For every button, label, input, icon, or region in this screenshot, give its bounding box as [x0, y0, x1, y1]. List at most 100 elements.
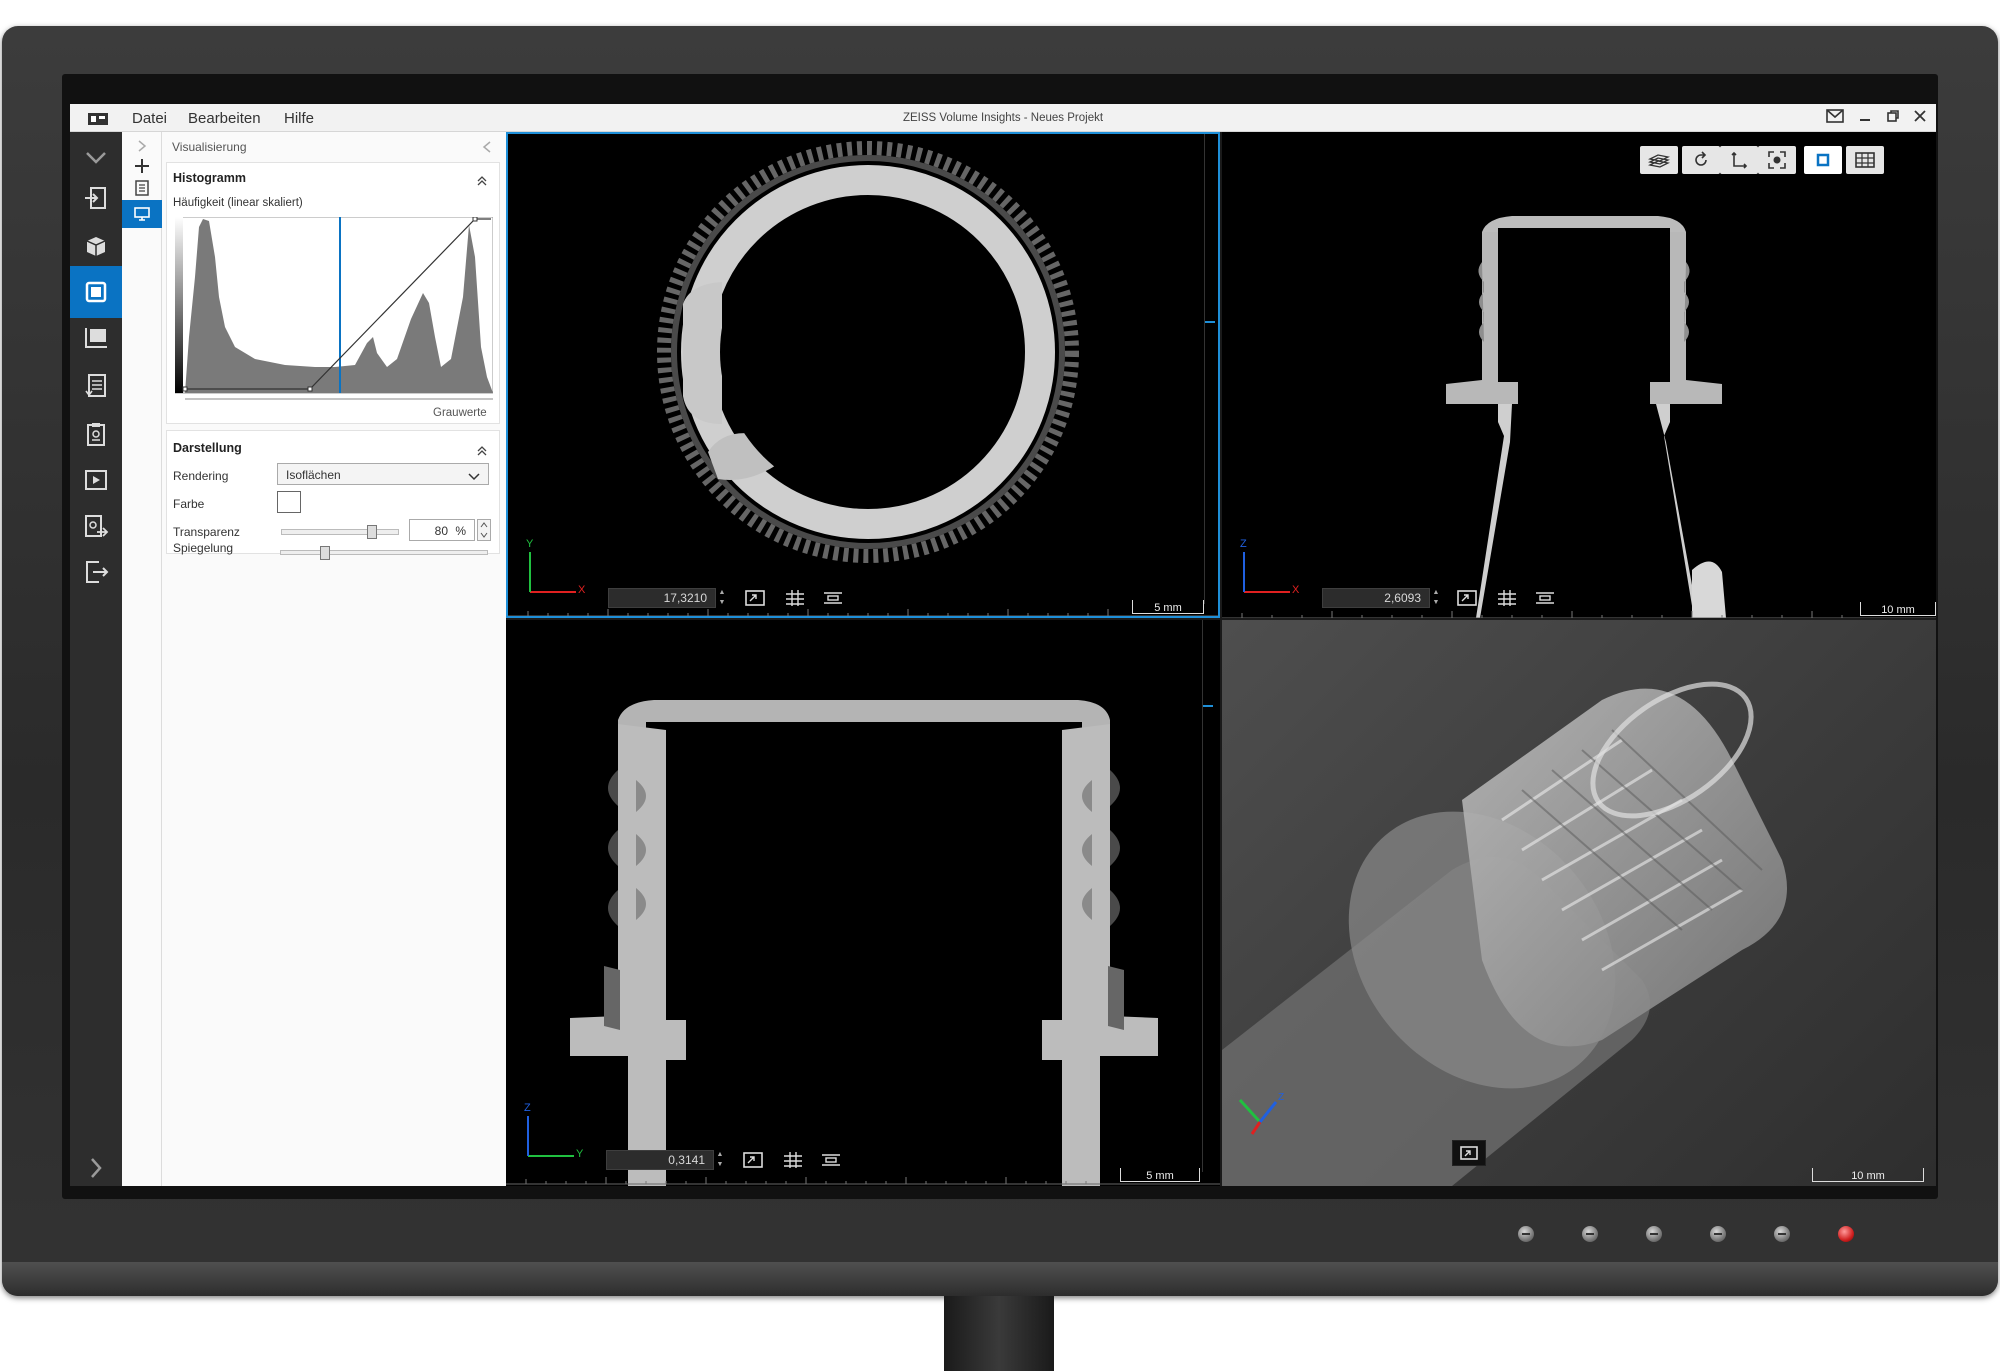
axis-label-v: Y	[526, 538, 534, 550]
fit-view-icon	[1460, 1146, 1478, 1160]
transparency-value: 80	[434, 524, 448, 538]
axis-gizmo-3d: Z	[1232, 1090, 1288, 1140]
vertical-ruler-xy	[1204, 134, 1216, 604]
ruler-xy	[508, 604, 1218, 616]
mail-icon[interactable]	[1825, 108, 1845, 128]
expand-chevron-icon[interactable]	[70, 1142, 122, 1186]
monitor-chin	[2, 1262, 1998, 1296]
axis-label-h: X	[578, 584, 586, 596]
hw-button-4[interactable]	[1710, 1226, 1726, 1242]
yz-slice-image	[570, 700, 1158, 1186]
xy-slice-image	[657, 141, 1079, 563]
slice-stack-icon[interactable]	[1496, 589, 1518, 607]
histogram-collapse-icon[interactable]	[477, 173, 487, 191]
display-collapse-icon[interactable]	[477, 443, 487, 461]
title-bar: Datei Bearbeiten Hilfe ZEISS Volume Insi…	[70, 104, 1936, 132]
reflection-slider-thumb[interactable]	[320, 546, 331, 560]
axes-button[interactable]	[1720, 146, 1758, 174]
fit-view-icon[interactable]	[1456, 589, 1478, 607]
3d-render-image	[1222, 681, 1787, 1186]
transparency-slider-thumb[interactable]	[366, 525, 377, 539]
hw-button-5[interactable]	[1774, 1226, 1790, 1242]
import-icon[interactable]	[70, 172, 122, 224]
panel-header: Visualisierung	[172, 140, 247, 154]
align-icon[interactable]	[70, 312, 122, 364]
histogram-title: Histogramm	[173, 171, 246, 185]
hw-button-3[interactable]	[1646, 1226, 1662, 1242]
slice-thickness-icon[interactable]	[820, 1151, 842, 1169]
reflection-slider[interactable]	[280, 546, 488, 560]
svg-text:Z: Z	[1278, 1092, 1284, 1103]
transparency-stepper[interactable]	[477, 519, 491, 541]
hw-button-2[interactable]	[1582, 1226, 1598, 1242]
display-monitor-icon[interactable]	[122, 200, 162, 228]
transparency-label: Transparenz	[173, 525, 240, 539]
axis-gizmo-xz: X Z	[1240, 538, 1300, 596]
fit-view-button[interactable]	[1452, 1140, 1486, 1166]
viewport-3d[interactable]: Z 10 mm	[1222, 620, 1936, 1186]
slice-position-stepper[interactable]: ▲ ▼	[1430, 588, 1442, 608]
monitor-stand	[944, 1296, 1054, 1371]
slice-position-input[interactable]: 2,6093	[1322, 588, 1430, 608]
reflection-label: Spiegelung	[173, 541, 234, 555]
vertical-ruler-yz	[1202, 620, 1214, 1172]
workflow-sidebar	[70, 132, 122, 1186]
viewport-xy[interactable]: X Y 17,3210 ▲ ▼ 5 mm	[506, 132, 1220, 618]
slice-planes-button[interactable]	[1640, 146, 1678, 174]
rendering-label: Rendering	[173, 469, 229, 483]
viewport-yz[interactable]: Y Z 0,3141 ▲ ▼ 5 mm	[506, 620, 1220, 1186]
ruler-xz	[1222, 606, 1936, 618]
rotate-button[interactable]	[1682, 146, 1720, 174]
visualization-panel: Visualisierung Histogramm Häufigkeit (li…	[162, 132, 506, 1186]
axis-gizmo-xy: X Y	[526, 538, 586, 596]
slice-stack-icon[interactable]	[782, 1151, 804, 1169]
visualization-icon[interactable]	[70, 266, 122, 318]
ruler-yz	[506, 1172, 1220, 1185]
exit-icon[interactable]	[70, 546, 122, 598]
volume-cube-icon[interactable]	[70, 220, 122, 272]
power-button[interactable]	[1838, 1226, 1854, 1242]
panel-collapse-icon[interactable]	[482, 140, 492, 158]
hw-button-1[interactable]	[1518, 1226, 1534, 1242]
axis-label-v: Z	[524, 1102, 531, 1114]
export-report-icon[interactable]	[70, 500, 122, 552]
scale-bar-xz: 10 mm	[1860, 602, 1936, 616]
transparency-input[interactable]: 80 %	[409, 519, 475, 541]
axis-label-h: X	[1292, 584, 1300, 596]
transparency-unit: %	[455, 524, 466, 538]
color-label: Farbe	[173, 497, 205, 511]
close-icon[interactable]	[1910, 108, 1930, 128]
viewport-xz[interactable]: X Z 2,6093 ▲ ▼ 10 mm	[1222, 132, 1936, 618]
measurement-list-icon[interactable]	[70, 360, 122, 412]
axis-label-v: Z	[1240, 538, 1247, 550]
axis-gizmo-yz: Y Z	[524, 1102, 584, 1160]
slice-position-input[interactable]: 0,3141	[606, 1150, 714, 1170]
panel-tool-column	[122, 132, 162, 1186]
scale-bar-yz: 5 mm	[1120, 1168, 1200, 1182]
color-swatch[interactable]	[277, 491, 301, 513]
scale-bar-xy: 5 mm	[1132, 600, 1204, 614]
window-title: ZEISS Volume Insights - Neues Projekt	[902, 112, 1104, 124]
single-view-button[interactable]	[1804, 146, 1842, 174]
minimize-icon[interactable]	[1855, 108, 1875, 128]
scale-bar-3d: 10 mm	[1812, 1168, 1924, 1182]
focus-target-button[interactable]	[1758, 146, 1796, 174]
histogram-plot[interactable]	[174, 216, 494, 403]
slice-thickness-icon[interactable]	[1534, 589, 1556, 607]
app-screen: Datei Bearbeiten Hilfe ZEISS Volume Insi…	[70, 104, 1936, 1186]
marker-point	[1658, 218, 1668, 228]
fit-view-icon[interactable]	[742, 1151, 764, 1169]
transparency-slider[interactable]	[281, 525, 399, 539]
histogram-subtitle: Häufigkeit (linear skaliert)	[173, 197, 303, 209]
display-card: Darstellung Rendering Isoflächen Farbe T…	[166, 430, 500, 555]
document-icon[interactable]	[122, 174, 162, 202]
xz-slice-image	[1446, 216, 1726, 618]
report-clipboard-icon[interactable]	[70, 408, 122, 460]
slice-position-stepper[interactable]: ▲ ▼	[714, 1150, 726, 1170]
histogram-xlabel: Grauwerte	[433, 407, 487, 419]
restore-icon[interactable]	[1883, 108, 1903, 128]
rendering-select[interactable]: Isoflächen	[277, 463, 489, 485]
display-title: Darstellung	[173, 441, 242, 455]
animation-play-icon[interactable]	[70, 454, 122, 506]
quad-view-button[interactable]	[1846, 146, 1884, 174]
